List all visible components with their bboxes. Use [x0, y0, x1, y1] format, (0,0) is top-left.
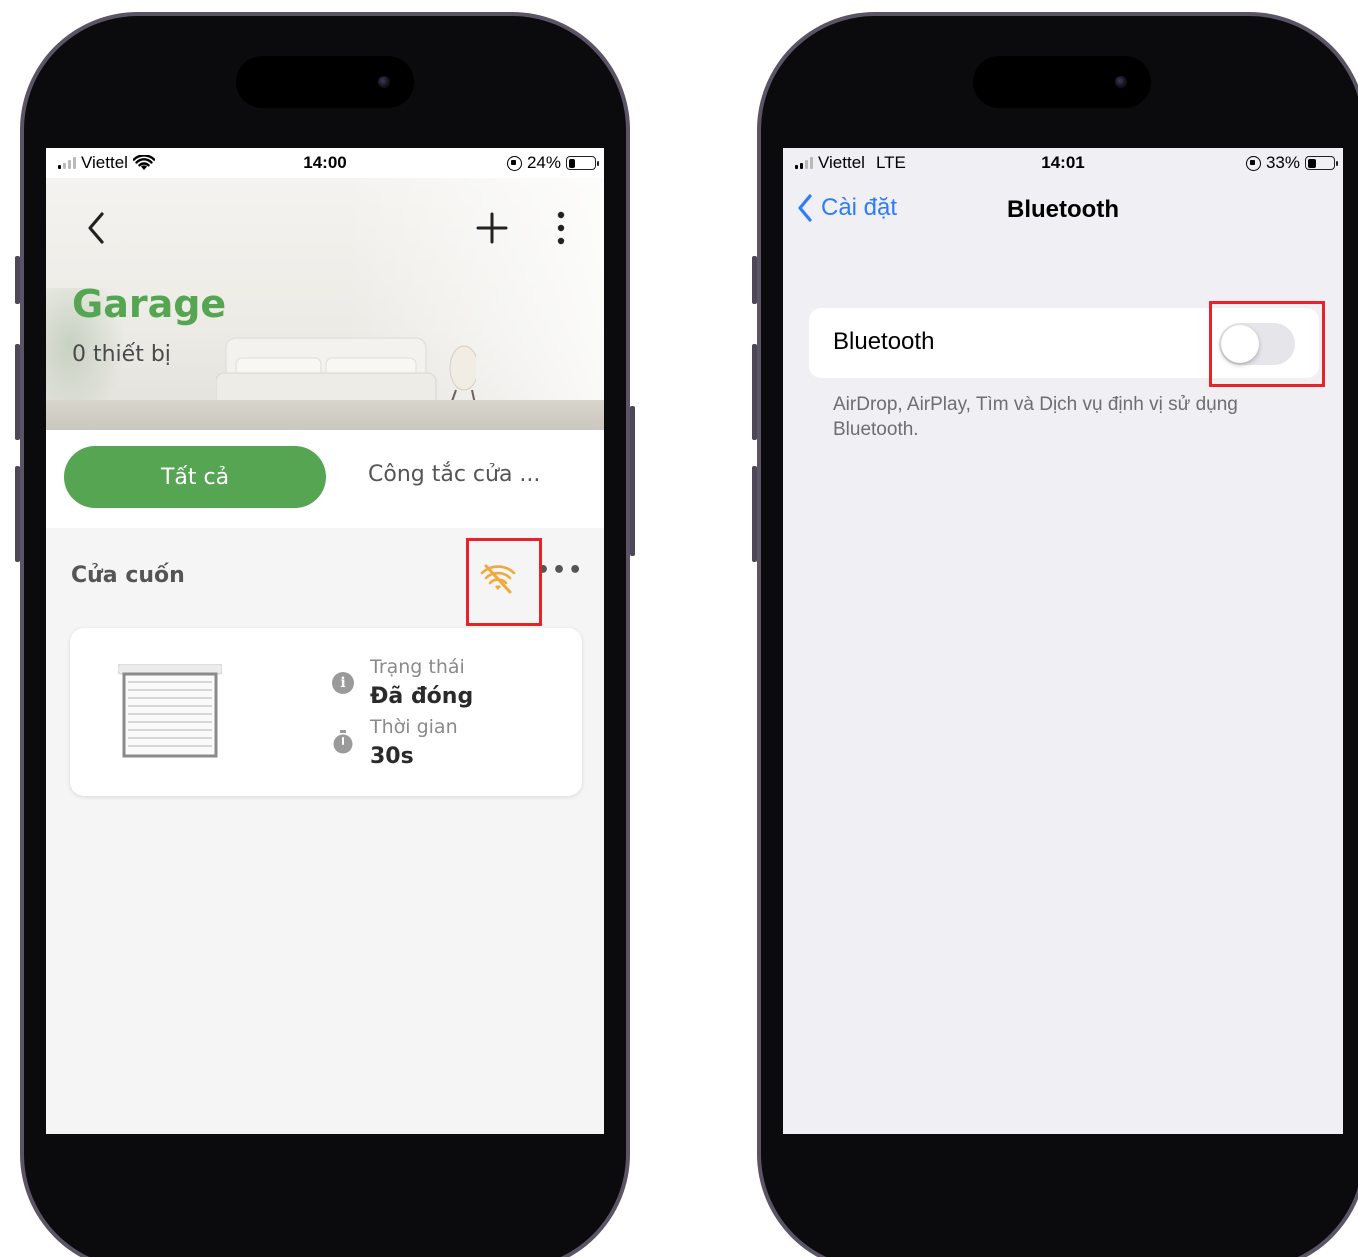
highlight-box-bluetooth-toggle: [1209, 301, 1325, 387]
group-more-button[interactable]: •••: [536, 558, 584, 583]
volume-down-button: [15, 466, 20, 562]
timer-icon: [333, 730, 353, 754]
phone-left: Viettel 14:00 24% Garage 0 thiết bị Tất …: [15, 12, 635, 1257]
add-device-icon[interactable]: [472, 208, 512, 248]
tab-door-switch[interactable]: Công tắc cửa ...: [368, 462, 540, 487]
time-value: 30s: [370, 744, 414, 769]
filter-tabs: Tất cả Công tắc cửa ...: [46, 430, 604, 528]
rotation-lock-icon: [1245, 155, 1261, 171]
volume-up-button: [752, 344, 757, 440]
status-bar: Viettel 14:00 24%: [46, 148, 604, 178]
info-icon: i: [332, 672, 354, 694]
rolling-shutter-icon: [118, 664, 222, 758]
back-icon[interactable]: [82, 208, 112, 248]
volume-down-button: [752, 466, 757, 562]
highlight-box-wifi-off: [466, 538, 542, 626]
room-header: Garage 0 thiết bị: [46, 178, 604, 430]
battery-percent: 24%: [526, 153, 561, 172]
mute-switch: [752, 256, 757, 304]
dynamic-island: [236, 56, 414, 108]
status-bar: Viettel LTE 14:01 33%: [783, 148, 1343, 178]
bluetooth-footnote: AirDrop, AirPlay, Tìm và Dịch vụ định vị…: [833, 394, 1238, 440]
device-card-rolling-door[interactable]: i Trạng thái Đã đóng Thời gian 30s: [70, 628, 582, 796]
navigation-bar: Cài đặt Bluetooth: [783, 178, 1343, 238]
mute-switch: [15, 256, 20, 304]
status-label: Trạng thái: [370, 656, 465, 678]
room-title: Garage: [72, 282, 227, 326]
page-title: Bluetooth: [1007, 196, 1119, 223]
device-count: 0 thiết bị: [72, 342, 171, 367]
settings-screen: Viettel LTE 14:01 33% Cài đặt Bluetooth …: [783, 148, 1343, 1134]
phone-right: Viettel LTE 14:01 33% Cài đặt Bluetooth …: [752, 12, 1358, 1257]
rotation-lock-icon: [506, 155, 522, 171]
volume-up-button: [15, 344, 20, 440]
tab-all[interactable]: Tất cả: [64, 446, 326, 508]
app-screen: Viettel 14:00 24% Garage 0 thiết bị Tất …: [46, 148, 604, 1134]
more-vertical-icon[interactable]: [554, 208, 568, 248]
battery-icon: [1305, 156, 1338, 170]
battery-icon: [566, 156, 599, 170]
group-title: Cửa cuốn: [71, 563, 185, 588]
power-button: [630, 406, 635, 556]
time-label: Thời gian: [370, 716, 458, 738]
battery-percent: 33%: [1265, 153, 1300, 172]
dynamic-island: [973, 56, 1151, 108]
bluetooth-label: Bluetooth: [833, 328, 935, 355]
status-value: Đã đóng: [370, 684, 474, 709]
device-list: Cửa cuốn ••• i Trạng thái Đã đóng Thời g…: [46, 528, 604, 1134]
